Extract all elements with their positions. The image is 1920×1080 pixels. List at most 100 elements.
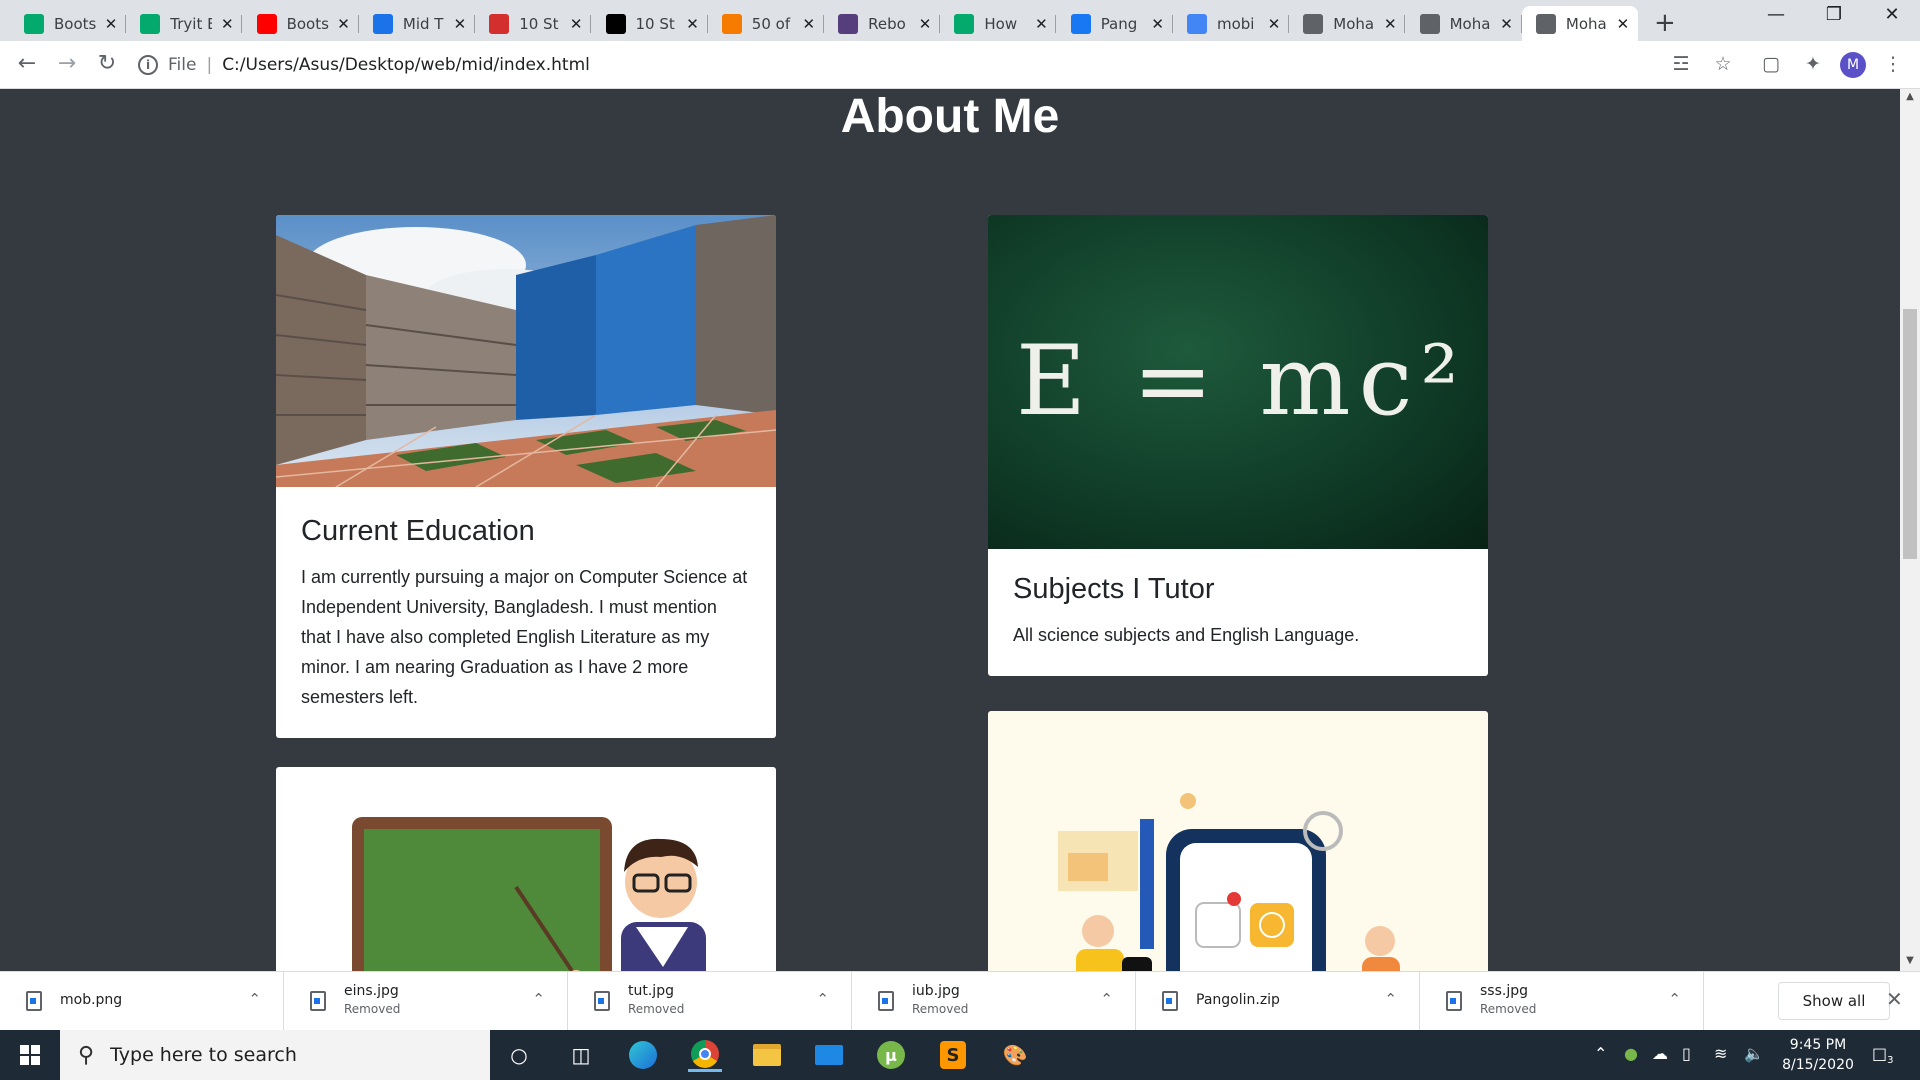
close-window-icon[interactable]: ✕ [1872,4,1912,25]
download-item[interactable]: Pangolin.zip ⌃ [1136,972,1420,1031]
tab-strip: + — ❐ ✕ Boots ✕ Tryit E ✕ Boots ✕ Mid T ✕ 10 St ✕… [0,0,1920,41]
bookmark-star-icon[interactable]: ☆ [1710,53,1736,75]
utorrent-icon[interactable]: μ [874,1038,908,1072]
card-text: All science subjects and English Languag… [1013,625,1360,645]
task-view-icon[interactable]: ◫ [564,1038,598,1072]
action-center-icon[interactable]: □3 [1872,1044,1894,1066]
tab-close-icon[interactable]: ✕ [1500,15,1514,33]
tab-12[interactable]: Moha ✕ [1289,6,1406,41]
tab-11[interactable]: mobi ✕ [1173,6,1289,41]
download-item[interactable]: mob.png ⌃ [0,972,284,1031]
download-item[interactable]: tut.jpg Removed ⌃ [568,972,852,1031]
tab-label: 10 St [635,14,675,33]
download-options-chevron-icon[interactable]: ⌃ [1668,990,1681,1008]
tab-close-icon[interactable]: ✕ [104,15,118,33]
minimize-icon[interactable]: — [1756,4,1796,25]
globe-icon [1535,13,1556,34]
tab-label: Moha [1333,14,1375,33]
tab-6[interactable]: 10 St ✕ [592,6,708,41]
extensions-puzzle-icon[interactable]: ✦ [1800,53,1826,75]
sublime-text-icon[interactable]: S [936,1038,970,1072]
scroll-down-icon[interactable]: ▼ [1900,955,1920,966]
scroll-thumb[interactable] [1903,309,1917,559]
tray-utorrent-icon[interactable]: ● [1624,1044,1638,1063]
tab-close-icon[interactable]: ✕ [1267,15,1281,33]
address-bar[interactable]: i File | C:/Users/Asus/Desktop/web/mid/i… [138,47,1678,83]
file-explorer-icon[interactable] [750,1038,784,1072]
close-shelf-icon[interactable]: ✕ [1886,987,1903,1011]
w3schools-icon [24,13,44,34]
start-button[interactable] [0,1030,60,1080]
chrome-icon[interactable] [688,1038,722,1072]
download-shelf: Show all ✕ mob.png ⌃ eins.jpg Removed ⌃ tut.j… [0,971,1920,1031]
tab-10[interactable]: Pang ✕ [1057,6,1173,41]
tab-14[interactable]: Moha ✕ [1521,6,1638,41]
onedrive-icon[interactable]: ☁ [1652,1044,1668,1063]
tab-7[interactable]: 50 of ✕ [708,6,824,41]
page-scrollbar[interactable]: ▲ ▼ [1900,89,1920,971]
scroll-up-icon[interactable]: ▲ [1900,91,1920,102]
mobile-dev-card [988,711,1488,971]
tab-9[interactable]: How ✕ [940,6,1057,41]
shop-icon [721,13,742,34]
wifi-icon[interactable]: ≋ [1714,1044,1727,1063]
download-options-chevron-icon[interactable]: ⌃ [532,990,545,1008]
tab-close-icon[interactable]: ✕ [337,15,351,33]
url-text[interactable]: C:/Users/Asus/Desktop/web/mid/index.html [222,55,590,75]
tab-label: Rebo [868,14,906,33]
menu-kebab-icon[interactable]: ⋮ [1880,53,1906,75]
tab-5[interactable]: 10 St ✕ [475,6,592,41]
clock[interactable]: 9:45 PM 8/15/2020 [1770,1035,1866,1075]
tab-close-icon[interactable]: ✕ [220,15,234,33]
tab-close-icon[interactable]: ✕ [1151,15,1165,33]
forward-icon[interactable]: → [53,51,81,76]
restore-icon[interactable]: ❐ [1814,4,1854,25]
tab-8[interactable]: Rebo ✕ [824,6,941,41]
tab-close-icon[interactable]: ✕ [569,15,583,33]
paint-icon[interactable]: 🎨 [998,1038,1032,1072]
download-options-chevron-icon[interactable]: ⌃ [248,990,261,1008]
download-options-chevron-icon[interactable]: ⌃ [1384,990,1397,1008]
volume-icon[interactable]: 🔈 [1744,1044,1764,1063]
info-icon[interactable]: i [138,55,158,75]
translate-icon[interactable]: ☲ [1668,53,1694,75]
file-icon [878,991,894,1011]
tab-close-icon[interactable]: ✕ [453,15,467,33]
tab-2[interactable]: Tryit E ✕ [126,6,243,41]
windows-taskbar: ⚲ Type here to search ○ ◫ μ S 🎨 ⌃ ● ☁ ▯ … [0,1030,1920,1080]
tab-close-icon[interactable]: ✕ [1383,15,1397,33]
tab-close-icon[interactable]: ✕ [1616,15,1630,33]
reload-icon[interactable]: ↻ [93,51,121,76]
taskbar-search[interactable]: ⚲ Type here to search [60,1030,490,1080]
tray-overflow-icon[interactable]: ⌃ [1594,1044,1607,1063]
download-options-chevron-icon[interactable]: ⌃ [1100,990,1113,1008]
profile-avatar[interactable]: M [1840,52,1866,78]
cortana-icon[interactable]: ○ [502,1038,536,1072]
download-item[interactable]: eins.jpg Removed ⌃ [284,972,568,1031]
battery-icon[interactable]: ▯ [1682,1044,1691,1063]
tab-4[interactable]: Mid T ✕ [359,6,475,41]
tab-label: Mid T [402,14,444,33]
tab-close-icon[interactable]: ✕ [686,15,700,33]
medium-icon [605,13,626,34]
teacher-illustration [352,817,706,971]
tab-3[interactable]: Boots ✕ [243,6,359,41]
browser-toolbar: ← → ↻ i File | C:/Users/Asus/Desktop/web… [0,41,1920,89]
tab-close-icon[interactable]: ✕ [1034,15,1048,33]
mail-icon[interactable] [812,1038,846,1072]
tab-1[interactable]: Boots ✕ [10,6,126,41]
tab-13[interactable]: Moha ✕ [1406,6,1522,41]
edge-icon[interactable] [626,1038,660,1072]
tab-close-icon[interactable]: ✕ [802,15,816,33]
extension-pocket-icon[interactable]: ▢ [1758,53,1784,75]
download-item[interactable]: sss.jpg Removed ⌃ [1420,972,1704,1031]
globe-icon [1303,13,1324,34]
download-item[interactable]: iub.jpg Removed ⌃ [852,972,1136,1031]
tab-label: Boots [286,14,329,33]
chalk-formula: E = mc² [1016,325,1467,437]
new-tab-button[interactable]: + [1654,8,1676,38]
download-options-chevron-icon[interactable]: ⌃ [816,990,829,1008]
back-icon[interactable]: ← [13,51,41,76]
show-all-button[interactable]: Show all [1778,982,1890,1020]
tab-close-icon[interactable]: ✕ [918,15,932,33]
